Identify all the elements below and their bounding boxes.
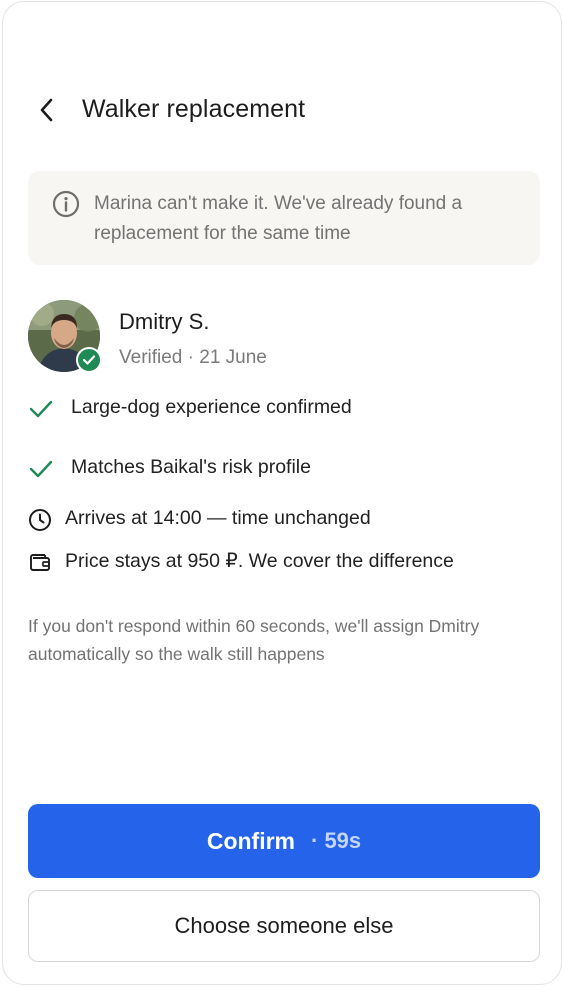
chevron-left-icon: [40, 98, 53, 122]
feature-item: Matches Baikal's risk profile: [28, 454, 548, 484]
notice-text: Marina can't make it. We've already foun…: [94, 193, 463, 244]
header: Walker replacement: [3, 90, 561, 130]
feature-item: Arrives at 14:00 — time unchanged: [28, 505, 548, 535]
info-icon: [52, 190, 80, 218]
page-title: Walker replacement: [82, 95, 306, 123]
feature-text: Matches Baikal's risk profile: [71, 456, 311, 478]
walker-meta: Verified · 21 June: [119, 347, 267, 368]
walker-profile: Dmitry S. Verified · 21 June: [28, 300, 548, 376]
check-icon: [28, 456, 56, 482]
clock-icon: [28, 507, 56, 533]
feature-item: Large-dog experience confirmed: [28, 394, 548, 424]
countdown-timer: · 59s: [311, 828, 362, 853]
wallet-icon: [28, 549, 56, 575]
confirm-label: Confirm: [206, 827, 295, 854]
feature-text: Arrives at 14:00 — time unchanged: [65, 507, 371, 529]
check-icon: [28, 396, 56, 422]
auto-assign-note: If you don't respond within 60 seconds, …: [28, 616, 480, 664]
check-badge-icon: [76, 347, 102, 373]
back-button[interactable]: [31, 94, 63, 126]
feature-text: Large-dog experience confirmed: [71, 396, 352, 418]
feature-text: Price stays at 950 ₽. We cover the diffe…: [65, 550, 454, 572]
walker-name: Dmitry S.: [119, 309, 210, 334]
choose-someone-else-button[interactable]: Choose someone else: [28, 890, 540, 962]
notice-banner: Marina can't make it. We've already foun…: [28, 171, 540, 265]
feature-item: Price stays at 950 ₽. We cover the diffe…: [28, 547, 548, 577]
confirm-button[interactable]: Confirm · 59s: [28, 804, 540, 878]
replacement-card: Walker replacement Marina can't make it.…: [2, 1, 562, 985]
